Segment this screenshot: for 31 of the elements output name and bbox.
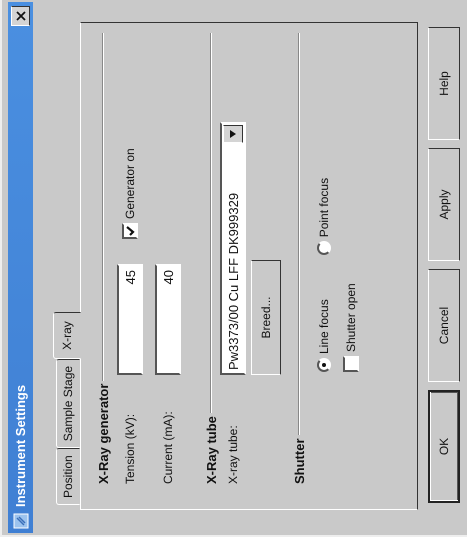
dialog-button[interactable]: Cancel	[428, 269, 460, 382]
dialog-button[interactable]: OK	[428, 390, 460, 503]
dropdown-button[interactable]	[223, 125, 243, 143]
checkbox-label: Shutter open	[344, 283, 358, 352]
number-field[interactable]: 45	[117, 264, 143, 375]
tab[interactable]: Sample Stage	[56, 358, 80, 448]
checkbox[interactable]	[122, 223, 138, 239]
close-button[interactable]	[11, 6, 30, 26]
dialog-button[interactable]: Apply	[428, 148, 460, 261]
section-heading: Shutter	[292, 438, 306, 484]
field-label: Tension (kV):	[123, 412, 137, 484]
checkbox-label: Generator on	[123, 148, 137, 219]
field-label: X-ray tube:	[226, 424, 240, 484]
section-heading: X-Ray generator	[96, 384, 110, 484]
close-icon	[16, 11, 26, 21]
tab[interactable]: Position	[56, 448, 80, 505]
tube-dropdown[interactable]: Pw3373/00 Cu LFF DK999329	[220, 122, 246, 375]
field-label: Current (mA):	[161, 410, 175, 484]
dialog-button[interactable]: Help	[428, 27, 460, 140]
number-field[interactable]: 40	[155, 264, 181, 375]
app-icon	[12, 513, 28, 529]
window-title: Instrument Settings	[13, 384, 28, 507]
radio-button[interactable]	[317, 358, 331, 372]
section-heading: X-Ray tube	[204, 416, 218, 484]
radio-label: Point focus	[317, 178, 331, 238]
radio-label: Line focus	[317, 299, 331, 354]
checkbox[interactable]	[343, 356, 359, 372]
triangle-icon	[230, 130, 236, 138]
tab[interactable]: X-ray	[53, 312, 81, 359]
breed-button[interactable]: Breed...	[251, 260, 281, 375]
radio-button[interactable]	[317, 241, 331, 256]
